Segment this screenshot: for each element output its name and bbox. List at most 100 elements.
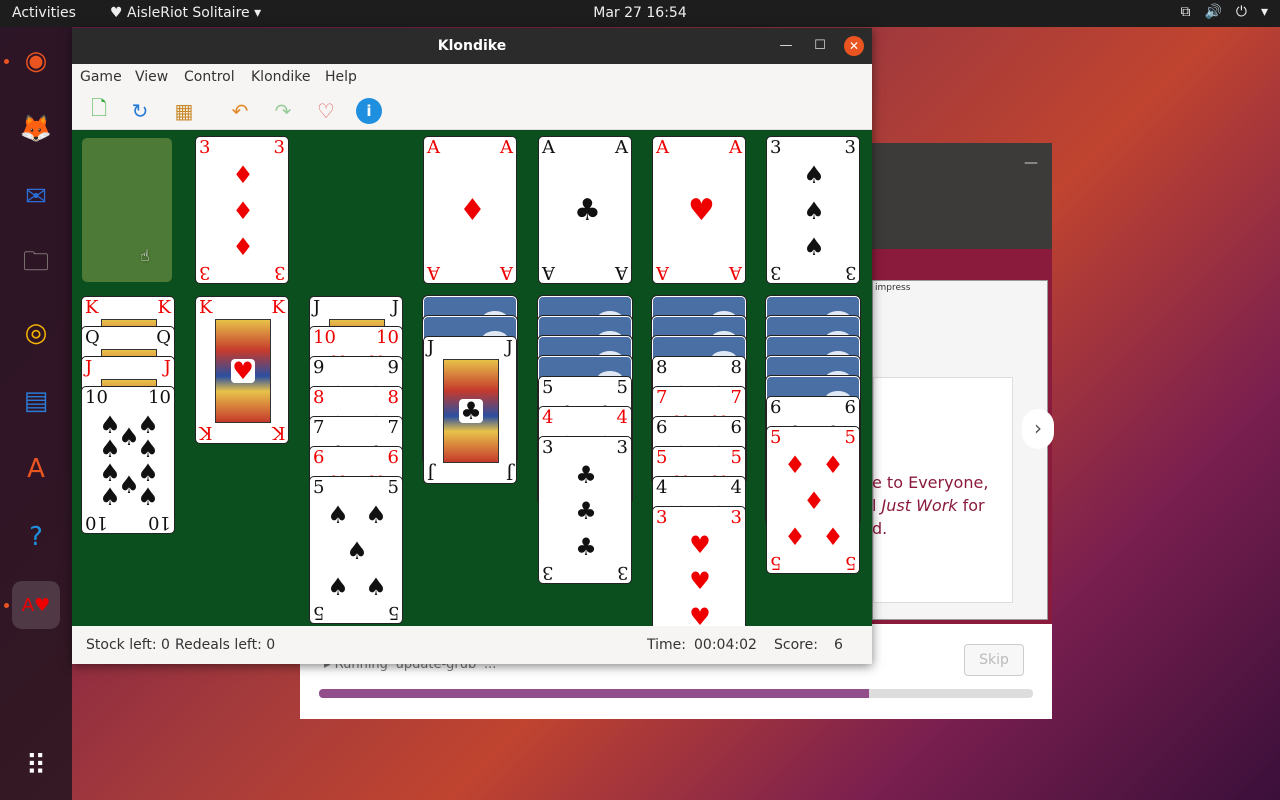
card-rank: 8 (656, 357, 668, 378)
card-rank: J (85, 357, 93, 378)
suit-pip: ♣ (459, 397, 483, 425)
menu-view[interactable]: View (135, 69, 168, 85)
rhythmbox-icon[interactable]: ◎ (12, 309, 60, 357)
card-rank: 5 (313, 477, 325, 498)
hint-icon[interactable]: ♡ (313, 98, 339, 124)
card-rank: 5 (387, 602, 399, 623)
foundation-card[interactable]: A A A A ♦ (423, 136, 517, 284)
suit-pip: ♦ (784, 451, 806, 479)
maximize-button[interactable]: ☐ (810, 36, 830, 56)
show-apps-icon[interactable]: ⠿ (12, 741, 60, 789)
title-bar[interactable]: Klondike — ☐ ✕ (72, 28, 872, 64)
dock: ◉ 🦊 ✉ 🗀 ◎ ▤ A? A♥ ⠿ (0, 27, 72, 800)
tableau-card[interactable]: J J J J ♣ (423, 336, 517, 484)
stock-pile-empty[interactable] (82, 138, 172, 282)
time-label: Time: (647, 637, 686, 653)
card-rank: 3 (199, 262, 211, 283)
card-rank: 5 (844, 427, 856, 448)
activities-button[interactable]: Activities (12, 5, 76, 21)
suit-pip: ♦ (803, 487, 825, 515)
card-rank: 7 (313, 417, 325, 438)
files-icon[interactable]: 🗀 (12, 241, 60, 289)
menu-bar: Game View Control Klondike Help (72, 64, 872, 90)
tableau-card[interactable]: 5 5 5 5 ♠ ♠ ♠ ♠ ♠ (309, 476, 403, 624)
suit-pip: ♦ (232, 197, 254, 225)
chevron-down-icon[interactable]: ▾ (1261, 4, 1268, 20)
tableau-card[interactable]: 5 5 5 5 ♦ ♦ ♦ ♦ ♦ (766, 426, 860, 574)
welcome-line-1: e to Everyone, (872, 473, 989, 492)
menu-game[interactable]: Game (80, 69, 122, 85)
card-rank: J (163, 357, 171, 378)
card-rank: 5 (313, 602, 325, 623)
card-rank: 6 (730, 417, 742, 438)
select-game-icon[interactable]: ▦ (171, 98, 197, 124)
card-rank: A (729, 137, 742, 158)
network-icon[interactable]: ⧉ (1180, 4, 1190, 20)
undo-icon[interactable]: ↶ (227, 98, 253, 124)
aisleriot-icon[interactable]: A♥ (12, 581, 60, 629)
ubuntu-icon[interactable]: ◉ (12, 37, 60, 85)
redeals-left: Redeals left: 0 (175, 637, 276, 653)
tableau-card[interactable]: K K K K ♥ (195, 296, 289, 444)
card-rank: 7 (387, 417, 399, 438)
foundation-card[interactable]: A A A A ♥ (652, 136, 746, 284)
suit-pip: ♥ (689, 531, 711, 559)
card-rank: 3 (770, 137, 782, 158)
card-rank: A (542, 137, 555, 158)
restart-icon[interactable]: ↻ (127, 98, 153, 124)
card-rank: J (427, 337, 435, 358)
clock[interactable]: Mar 27 16:54 (593, 5, 686, 21)
new-game-icon[interactable]: 🗋 (86, 96, 112, 124)
power-icon[interactable]: ⏻ (1236, 4, 1247, 20)
thunderbird-icon[interactable]: ✉ (12, 173, 60, 221)
card-rank: 5 (656, 447, 668, 468)
tableau-card[interactable]: 10 10 10 10 ♠ ♠ ♠ ♠ ♠ ♠ ♠ ♠ ♠ ♠ (81, 386, 175, 534)
window-title: Klondike (437, 38, 507, 54)
skip-button[interactable]: Skip (964, 644, 1024, 676)
card-rank: K (85, 297, 99, 318)
top-bar: Activities ♥ AisleRiot Solitaire ▾ Mar 2… (0, 0, 1280, 27)
card-rank: Q (156, 327, 171, 348)
menu-klondike[interactable]: Klondike (251, 69, 311, 85)
info-icon[interactable]: i (356, 98, 382, 124)
suit-pip: ♥ (231, 357, 255, 385)
firefox-icon[interactable]: 🦊 (12, 105, 60, 153)
foundation-card[interactable]: 3 3 3 3 ♠ ♠ ♠ (766, 136, 860, 284)
menu-help[interactable]: Help (325, 69, 357, 85)
card-rank: 3 (616, 562, 628, 583)
card-rank: 10 (376, 327, 399, 348)
card-rank: A (542, 262, 555, 283)
card-rank: 6 (313, 447, 325, 468)
minimize-icon[interactable]: — (1024, 155, 1038, 171)
card-rank: K (271, 297, 285, 318)
waste-card[interactable]: 3 3 3 3 ♦ ♦ ♦ (195, 136, 289, 284)
tableau-card[interactable]: 3 3 3 3 ♣ ♣ ♣ (538, 436, 632, 584)
welcome-line-2-em: Just Work (881, 496, 958, 515)
tableau-card[interactable]: 3333♥♥♥ (652, 506, 746, 626)
card-rank: 3 (656, 507, 668, 528)
software-icon[interactable]: A (12, 445, 60, 493)
suit-pip: ♣ (575, 533, 597, 561)
card-rank: 7 (656, 387, 668, 408)
card-rank: K (157, 297, 171, 318)
close-button[interactable]: ✕ (844, 36, 864, 56)
redo-icon[interactable]: ↷ (270, 98, 296, 124)
card-table[interactable]: ☝3333♦♦♦AAAA♦AAAA♣AAAA♥3333♠♠♠KKKK♥QQQQ♣… (72, 130, 872, 626)
menu-control[interactable]: Control (184, 69, 235, 85)
suit-pip: ♣ (575, 497, 597, 525)
writer-icon[interactable]: ▤ (12, 377, 60, 425)
help-icon[interactable]: ? (12, 513, 60, 561)
card-rank: 4 (656, 477, 668, 498)
welcome-line-2a: l (872, 496, 882, 515)
suit-pip: ♠ (137, 483, 159, 511)
welcome-line-2b: for (957, 496, 985, 515)
volume-icon[interactable]: 🔊 (1204, 4, 1221, 20)
card-rank: A (427, 137, 440, 158)
system-tray[interactable]: ⧉ 🔊 ⏻ ▾ (1180, 4, 1268, 20)
next-slide-button[interactable]: › (1022, 409, 1054, 449)
suit-pip: ♦ (822, 523, 844, 551)
welcome-line-2: l Just Work for (872, 494, 1012, 517)
minimize-button[interactable]: — (776, 36, 796, 56)
app-menu[interactable]: ♥ AisleRiot Solitaire ▾ (110, 5, 261, 21)
foundation-card[interactable]: A A A A ♣ (538, 136, 632, 284)
